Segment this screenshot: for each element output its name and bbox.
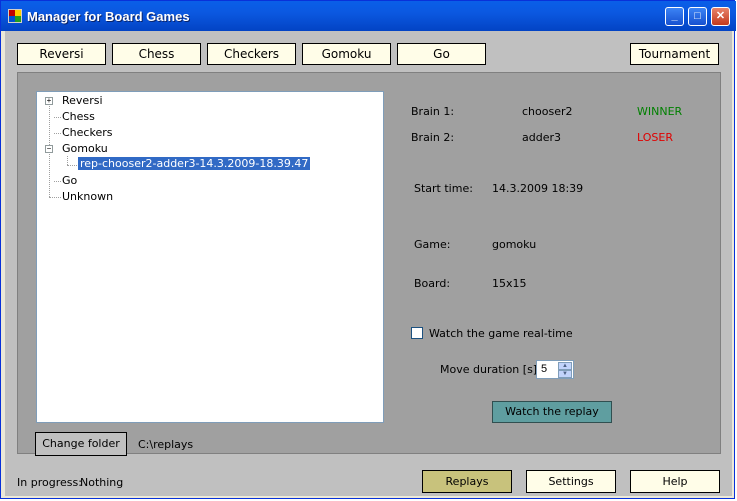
brain2-label: Brain 2: <box>411 131 455 144</box>
client-area: Reversi Chess Checkers Gomoku Go Tournam… <box>5 31 732 496</box>
tournament-button[interactable]: Tournament <box>630 43 719 65</box>
move-duration-value[interactable]: 5 <box>541 363 547 375</box>
go-button[interactable]: Go <box>397 43 486 65</box>
collapse-gomoku-icon[interactable]: − <box>45 145 53 153</box>
expand-reversi-icon[interactable]: + <box>45 97 53 105</box>
app-icon <box>8 9 22 23</box>
folder-path: C:\replays <box>138 438 194 451</box>
game-value: gomoku <box>492 238 537 251</box>
brain2-value: adder3 <box>522 131 561 144</box>
chess-button[interactable]: Chess <box>112 43 201 65</box>
brain1-value: chooser2 <box>522 105 573 118</box>
change-folder-button[interactable]: Change folder <box>35 432 127 456</box>
maximize-button[interactable]: □ <box>688 7 707 26</box>
app-window: Manager for Board Games _ □ ✕ Reversi Ch… <box>0 0 736 499</box>
brain1-label: Brain 1: <box>411 105 455 118</box>
start-time-value: 14.3.2009 18:39 <box>492 182 584 195</box>
replays-button[interactable]: Replays <box>422 470 512 493</box>
gomoku-button[interactable]: Gomoku <box>302 43 391 65</box>
tree-item-gomoku[interactable]: Gomoku <box>62 142 108 155</box>
minimize-button[interactable]: _ <box>665 7 684 26</box>
reversi-button[interactable]: Reversi <box>17 43 106 65</box>
game-label: Game: <box>414 238 451 251</box>
tree-item-replay-selected[interactable]: rep-chooser2-adder3-14.3.2009-18.39.47 <box>78 157 311 170</box>
tree-item-reversi[interactable]: Reversi <box>62 94 103 107</box>
tree-item-checkers[interactable]: Checkers <box>62 126 112 139</box>
settings-button[interactable]: Settings <box>526 470 616 493</box>
replay-panel: + Reversi Chess Checkers − Gomoku rep-ch… <box>17 72 721 454</box>
brain1-result: WINNER <box>637 105 683 118</box>
help-button[interactable]: Help <box>630 470 720 493</box>
start-time-label: Start time: <box>414 182 473 195</box>
board-value: 15x15 <box>492 277 527 290</box>
status-value: Nothing <box>80 476 124 489</box>
brain2-result: LOSER <box>637 131 673 144</box>
status-label: In progress: <box>17 476 82 489</box>
checkers-button[interactable]: Checkers <box>207 43 296 65</box>
realtime-checkbox[interactable] <box>411 327 423 339</box>
replay-tree[interactable]: + Reversi Chess Checkers − Gomoku rep-ch… <box>36 91 384 423</box>
board-label: Board: <box>414 277 451 290</box>
tree-item-go[interactable]: Go <box>62 174 77 187</box>
tree-item-chess[interactable]: Chess <box>62 110 95 123</box>
close-button[interactable]: ✕ <box>711 7 730 26</box>
realtime-label[interactable]: Watch the game real-time <box>429 327 573 340</box>
spin-up-icon[interactable]: ▲ <box>558 362 572 370</box>
watch-replay-button[interactable]: Watch the replay <box>492 401 612 423</box>
tree-item-unknown[interactable]: Unknown <box>62 190 113 203</box>
move-duration-spinner[interactable]: 5 ▲ ▼ <box>536 360 574 379</box>
window-title: Manager for Board Games <box>27 9 190 24</box>
title-bar[interactable]: Manager for Board Games _ □ ✕ <box>1 1 736 31</box>
move-duration-label: Move duration [s]: <box>440 363 541 376</box>
spin-down-icon[interactable]: ▼ <box>558 370 572 378</box>
